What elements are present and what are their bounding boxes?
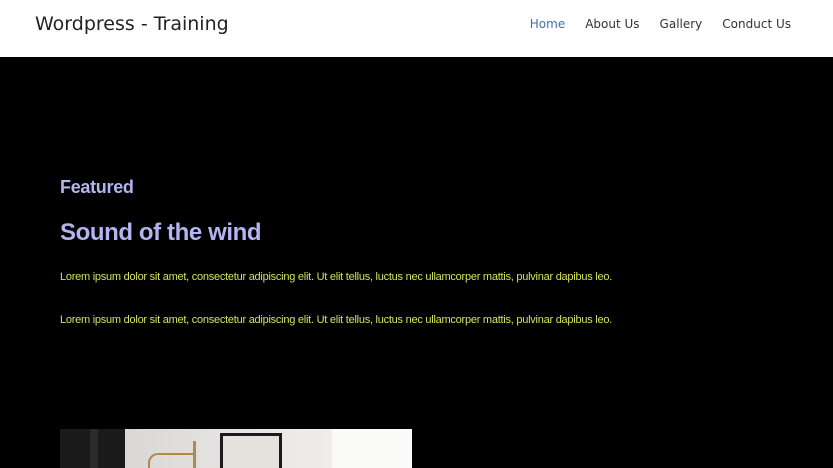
nav-item-about-us[interactable]: About Us xyxy=(585,16,639,32)
image-picture-frame xyxy=(220,433,282,468)
hero-paragraph-1: Lorem ipsum dolor sit amet, consectetur … xyxy=(60,271,613,283)
hero-section xyxy=(0,57,833,468)
nav-item-home[interactable]: Home xyxy=(530,16,565,32)
nav-item-conduct-us[interactable]: Conduct Us xyxy=(722,16,791,32)
image-window-light xyxy=(332,429,412,468)
image-door-edge xyxy=(90,429,98,468)
image-lamp-pole xyxy=(193,441,196,468)
featured-eyebrow: Featured xyxy=(60,177,134,197)
site-header: Wordpress - Training Home About Us Galle… xyxy=(0,0,833,57)
nav-item-gallery[interactable]: Gallery xyxy=(660,16,703,32)
main-nav: Home About Us Gallery Conduct Us xyxy=(530,16,791,32)
hero-title: Sound of the wind xyxy=(60,219,262,246)
site-title[interactable]: Wordpress - Training xyxy=(35,12,229,36)
featured-image[interactable] xyxy=(60,429,412,468)
hero-paragraph-2: Lorem ipsum dolor sit amet, consectetur … xyxy=(60,314,613,326)
image-lamp-arm xyxy=(148,453,196,468)
